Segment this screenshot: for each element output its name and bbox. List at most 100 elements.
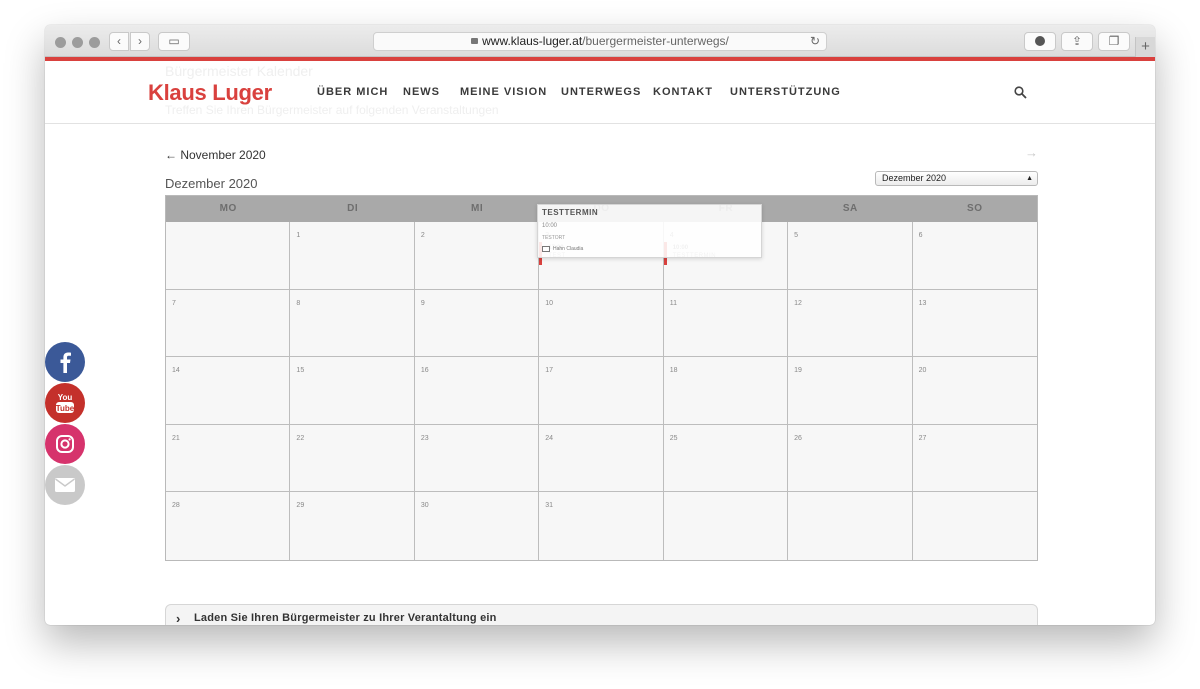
popup-title: TESTTERMIN <box>542 208 599 217</box>
weekday-mi: MI <box>471 203 484 214</box>
lock-icon <box>471 38 479 44</box>
zoom-window-button[interactable] <box>89 37 100 48</box>
day-number: 15 <box>296 367 305 375</box>
tabs-button[interactable]: ❐ <box>1098 32 1130 51</box>
minimize-window-button[interactable] <box>72 37 83 48</box>
day-cell[interactable]: 18 <box>663 357 789 425</box>
chevron-right-icon: › <box>176 611 181 625</box>
day-cell[interactable]: 1 <box>290 222 415 290</box>
day-cell[interactable]: 21 <box>166 424 291 493</box>
mail-icon <box>542 246 550 252</box>
site-logo[interactable]: Klaus Luger <box>148 80 272 106</box>
nav-item-unterwegs[interactable]: UNTERWEGS <box>561 86 641 98</box>
sidebar-button[interactable]: ▭ <box>158 32 190 51</box>
new-tab-button[interactable]: + <box>1135 37 1155 57</box>
nav-item-meine-vision[interactable]: MEINE VISION <box>460 86 547 98</box>
day-cell[interactable] <box>912 492 1037 560</box>
day-cell[interactable] <box>166 222 291 290</box>
day-cell[interactable]: 20 <box>912 357 1037 425</box>
day-cell[interactable]: 15 <box>290 357 415 425</box>
day-cell[interactable] <box>663 492 789 560</box>
tabs-icon: ❐ <box>1108 34 1120 48</box>
day-cell[interactable]: 7 <box>166 289 291 358</box>
day-number: 7 <box>172 299 176 307</box>
site-header: Bürgermeister Kalender Treffen Sie Ihren… <box>45 61 1155 124</box>
nav-item-ueber-mich[interactable]: ÜBER MICH <box>317 86 388 98</box>
reload-icon[interactable]: ↻ <box>810 33 820 50</box>
nav-item-news[interactable]: NEWS <box>403 86 440 98</box>
day-number: 22 <box>296 434 305 442</box>
chevron-left-icon: ‹ <box>117 34 121 48</box>
next-month-link[interactable]: → <box>1025 145 1038 160</box>
day-number: 16 <box>420 367 429 375</box>
day-cell[interactable]: 24 <box>539 424 664 493</box>
accordion-label: Laden Sie Ihren Bürgermeister zu Ihrer V… <box>194 612 497 624</box>
day-cell[interactable]: 30 <box>414 492 540 560</box>
forward-button[interactable]: › <box>130 32 150 51</box>
day-number: 1 <box>296 232 301 239</box>
day-cell[interactable]: 5 <box>788 222 913 290</box>
svg-text:Tube: Tube <box>56 404 75 413</box>
weekday-di: DI <box>347 203 359 214</box>
month-select[interactable]: Dezember 2020 ▲ <box>875 171 1038 186</box>
day-cell[interactable]: 6 <box>912 222 1037 290</box>
day-cell[interactable]: 16 <box>414 357 540 425</box>
nav-item-kontakt[interactable]: KONTAKT <box>653 86 713 98</box>
share-icon: ⇪ <box>1071 34 1083 48</box>
popup-time: 10:00 <box>542 223 558 229</box>
day-cell[interactable]: 13 <box>912 289 1037 358</box>
downloads-button[interactable] <box>1024 32 1056 51</box>
day-number: 28 <box>172 502 180 510</box>
event-popup: TESTTERMIN 10:00 TESTORT Hahn Claudia <box>537 204 762 258</box>
day-cell[interactable]: 27 <box>912 424 1037 493</box>
day-cell[interactable]: 22 <box>290 424 415 493</box>
sidebar-icon: ▭ <box>168 34 180 48</box>
day-cell[interactable]: 9 <box>414 289 540 358</box>
youtube-button[interactable]: You Tube <box>45 383 85 423</box>
prev-month-link[interactable]: ← November 2020 <box>165 148 266 162</box>
browser-toolbar: ‹ › ▭ www.klaus-luger.at/buergermeister-… <box>45 25 1155 57</box>
back-button[interactable]: ‹ <box>109 32 129 51</box>
email-button[interactable] <box>45 465 85 505</box>
day-cell[interactable]: 8 <box>290 289 415 358</box>
day-cell[interactable] <box>788 492 913 560</box>
share-button[interactable]: ⇪ <box>1061 32 1093 51</box>
day-number: 31 <box>545 502 554 510</box>
day-cell[interactable]: 12 <box>788 289 913 358</box>
popup-contact[interactable]: Hahn Claudia <box>542 246 757 252</box>
day-cell[interactable]: 10 <box>539 289 664 358</box>
select-arrows-icon: ▲ <box>1026 175 1033 182</box>
day-cell[interactable]: 19 <box>788 357 913 425</box>
day-number: 26 <box>794 434 802 442</box>
day-number: 10 <box>545 299 554 307</box>
nav-item-unterstuetzung[interactable]: UNTERSTÜTZUNG <box>730 86 841 98</box>
day-cell[interactable]: 23 <box>414 424 540 493</box>
day-number: 24 <box>545 434 554 442</box>
facebook-button[interactable] <box>45 342 85 382</box>
day-cell[interactable]: 14 <box>166 357 291 425</box>
calendar-days: 12317:00TEST410:00TESTTERMIN567891011121… <box>166 222 1037 560</box>
day-number: 17 <box>545 367 554 375</box>
day-number: 8 <box>296 299 301 307</box>
day-cell[interactable]: 29 <box>290 492 415 560</box>
address-bar[interactable]: www.klaus-luger.at/buergermeister-unterw… <box>373 32 827 51</box>
day-cell[interactable]: 26 <box>788 424 913 493</box>
search-icon[interactable] <box>1014 86 1027 99</box>
invite-accordion[interactable]: › Laden Sie Ihren Bürgermeister zu Ihrer… <box>165 604 1038 625</box>
day-cell[interactable]: 25 <box>663 424 789 493</box>
day-number: 12 <box>794 299 802 307</box>
instagram-button[interactable] <box>45 424 85 464</box>
day-cell[interactable]: 11 <box>663 289 789 358</box>
day-number: 27 <box>918 434 927 442</box>
day-number: 23 <box>420 434 429 442</box>
day-number: 6 <box>918 232 923 239</box>
weekday-sa: SA <box>842 203 858 214</box>
day-number: 11 <box>669 299 677 307</box>
browser-window: ‹ › ▭ www.klaus-luger.at/buergermeister-… <box>45 25 1155 625</box>
day-cell[interactable]: 28 <box>166 492 291 560</box>
day-cell[interactable]: 17 <box>539 357 664 425</box>
close-window-button[interactable] <box>55 37 66 48</box>
day-cell[interactable]: 2 <box>414 222 540 290</box>
day-number: 20 <box>918 367 927 375</box>
day-cell[interactable]: 31 <box>539 492 664 560</box>
